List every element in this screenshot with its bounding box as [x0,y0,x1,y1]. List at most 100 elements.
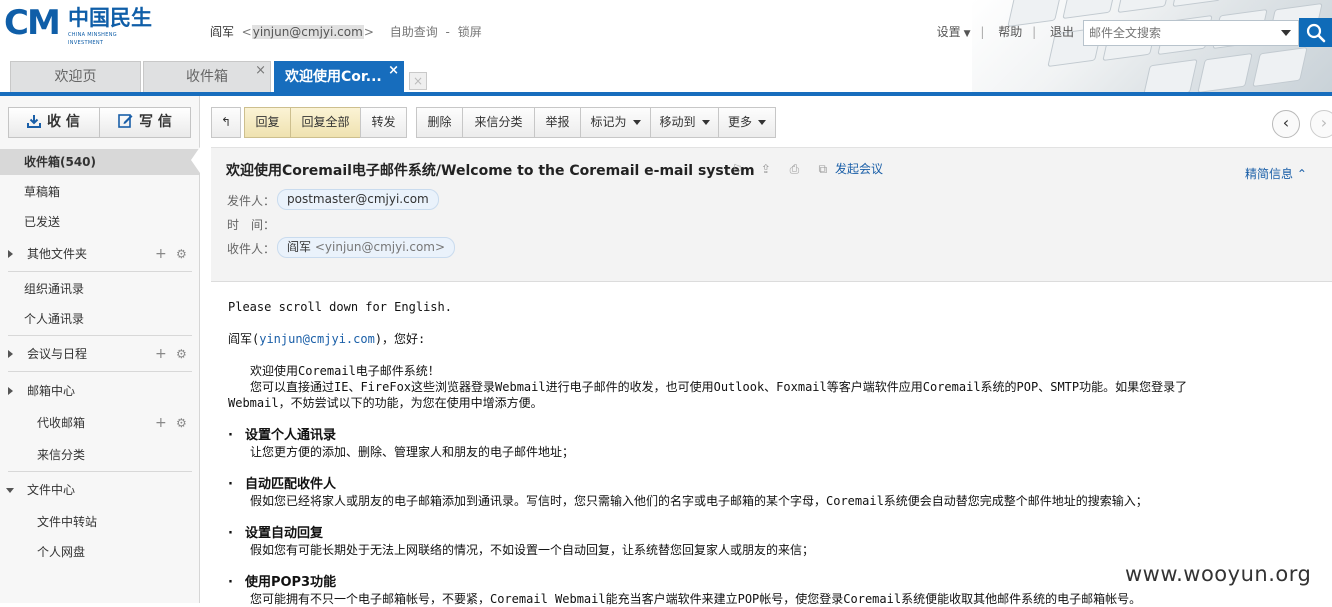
gear-icon[interactable]: ⚙ [176,241,187,267]
top-links: 设置 ▼ | 帮助 | 退出 [936,25,1074,39]
print-icon[interactable]: ⎙ [790,163,804,176]
chevron-right-icon: › [1320,113,1328,132]
chevron-down-icon [701,120,710,125]
compose-icon [118,114,133,128]
sidebar-item-drafts[interactable]: 草稿箱 [0,179,199,205]
greeting-email-link[interactable]: yinjun@cmjyi.com [259,332,375,346]
sidebar-item-inbox[interactable]: 收件箱(540) [0,149,199,175]
sidebar-item-fetch-mail[interactable]: 代收邮箱 + ⚙ [0,410,199,436]
settings-menu[interactable]: 设置 [937,25,961,39]
download-icon [27,115,41,128]
settings-dropdown-icon[interactable]: ▼ [964,29,971,39]
report-button[interactable]: 举报 [534,107,581,138]
sidebar-item-sent[interactable]: 已发送 [0,209,199,235]
logo-mark: CM [4,3,61,43]
feature-desc: 假如您已经将家人或朋友的电子邮箱添加到通讯录。写信时，您只需输入他们的名字或电子… [250,494,1148,508]
reply-button[interactable]: 回复 [244,107,291,138]
logo-english-name: CHINA MINSHENG INVESTMENT [68,32,117,46]
fulltext-search [1083,20,1299,46]
user-bar: 阎军 <yinjun@cmjyi.com> 自助查询 - 锁屏 [210,25,482,39]
brief-info-toggle[interactable]: 精简信息 ⌃ [1245,165,1307,182]
user-bar-separator: - [445,25,450,39]
popout-icon[interactable]: ⧉ [818,163,832,176]
sidebar-item-file-transfer[interactable]: 文件中转站 [0,509,199,535]
next-message-button[interactable]: › [1310,110,1332,138]
from-label: 发件人： [227,194,276,208]
reply-all-button[interactable]: 回复全部 [290,107,361,138]
feature-desc: 让您更方便的添加、删除、管理家人和朋友的电子邮件地址； [250,445,575,459]
add-icon[interactable]: + [155,241,167,267]
tab-welcome[interactable]: 欢迎页 [10,61,141,92]
body-line: Please scroll down for English. [228,300,452,314]
delete-button[interactable]: 删除 [416,107,463,138]
active-indicator [191,147,200,173]
intro-line-2: Webmail，不妨尝试以下的功能，为您在使用中增添方便。 [228,396,543,410]
move-to-dropdown[interactable]: 移动到 [650,107,719,138]
user-email: yinjun@cmjyi.com [251,25,364,39]
sender-chip[interactable]: postmaster@cmjyi.com [277,189,439,210]
header-keyboard-art [972,0,1332,92]
add-icon[interactable]: + [155,341,167,367]
collapse-arrow-icon[interactable] [6,488,14,493]
share-icon[interactable]: ⇪ [761,163,775,176]
subject-actions: ⚐ ⇪ ⎙ ⧉ [732,162,843,176]
greeting: 阎军(yinjun@cmjyi.com)，您好: [228,332,426,346]
feature-title: · 设置自动回复 [228,526,323,541]
logout-link[interactable]: 退出 [1050,25,1074,39]
feature-title: · 设置个人通讯录 [228,428,336,443]
search-button[interactable] [1299,18,1332,47]
sidebar-item-file-center[interactable]: 文件中心 [0,477,199,503]
sidebar-item-mailbox-center[interactable]: 邮箱中心 [0,378,199,404]
logo-chinese-name: 中国民生 [68,6,152,30]
receive-button[interactable]: 收 信 [9,108,100,137]
classify-button[interactable]: 来信分类 [462,107,535,138]
chevron-up-icon: ⌃ [1296,167,1307,181]
mark-as-dropdown[interactable]: 标记为 [580,107,651,138]
search-scope-dropdown-icon[interactable] [1281,30,1291,36]
gear-icon[interactable]: ⚙ [176,410,187,436]
compose-button[interactable]: 写 信 [100,108,191,137]
search-input[interactable] [1084,21,1274,45]
expand-arrow-icon[interactable] [8,350,13,358]
feature-desc: 您可能拥有不只一个电子邮箱帐号，不要紧，Coremail Webmail能充当客… [250,592,1142,606]
sidebar: 收 信 写 信 收件箱(540) 草稿箱 已发送 其他文件夹 + ⚙ 组织通讯录… [0,96,200,603]
recipient-chip[interactable]: 阎军 <yinjun@cmjyi.com> [277,237,456,258]
time-label: 时 间： [227,218,276,232]
message-body: Please scroll down for English. 阎军(yinju… [228,299,1318,607]
prev-message-button[interactable]: ‹ [1272,110,1300,138]
start-meeting-link[interactable]: 发起会议 [835,160,883,177]
expand-arrow-icon[interactable] [8,250,13,258]
sidebar-item-personal-contacts[interactable]: 个人通讯录 [0,306,199,332]
sidebar-item-personal-disk[interactable]: 个人网盘 [0,539,199,565]
gear-icon[interactable]: ⚙ [176,341,187,367]
sidebar-item-mail-rules[interactable]: 来信分类 [0,442,199,468]
sidebar-item-other-folders[interactable]: 其他文件夹 + ⚙ [0,241,199,267]
self-service-link[interactable]: 自助查询 [390,25,438,39]
tab-inbox[interactable]: 收件箱 × [143,61,271,92]
feature-title: · 自动匹配收件人 [228,477,336,492]
lock-screen-link[interactable]: 锁屏 [458,25,482,39]
tab-welcome-message[interactable]: 欢迎使用Cor... × [274,61,404,92]
message-subject: 欢迎使用Coremail电子邮件系统/Welcome to the Corema… [226,163,755,179]
header: CM 中国民生 CHINA MINSHENG INVESTMENT 阎军 <yi… [0,0,1332,92]
back-button[interactable]: ↰ [211,107,241,138]
tab-bar: 欢迎页 收件箱 × 欢迎使用Cor... × × [0,61,1000,92]
feature-desc: 假如您有可能长期处于无法上网联络的情况，不如设置一个自动回复，让系统替您回复家人… [250,543,815,557]
tab-close-icon[interactable]: × [255,56,266,86]
close-all-tabs-icon[interactable]: × [409,72,427,90]
tab-close-icon[interactable]: × [388,56,399,86]
mail-actions: 收 信 写 信 [8,107,191,138]
back-arrow-icon: ↰ [220,115,232,129]
expand-arrow-icon[interactable] [8,387,13,395]
forward-button[interactable]: 转发 [360,107,407,138]
more-dropdown[interactable]: 更多 [718,107,776,138]
welcome-line: 欢迎使用Coremail电子邮件系统！ [250,364,440,378]
flag-icon[interactable]: ⚐ [732,163,746,176]
sidebar-item-calendar[interactable]: 会议与日程 + ⚙ [0,341,199,367]
add-icon[interactable]: + [155,410,167,436]
chevron-down-icon [758,120,766,125]
to-label: 收件人： [227,242,276,256]
help-link[interactable]: 帮助 [998,25,1022,39]
watermark: www.wooyun.org [1125,562,1312,586]
sidebar-item-org-contacts[interactable]: 组织通讯录 [0,276,199,302]
